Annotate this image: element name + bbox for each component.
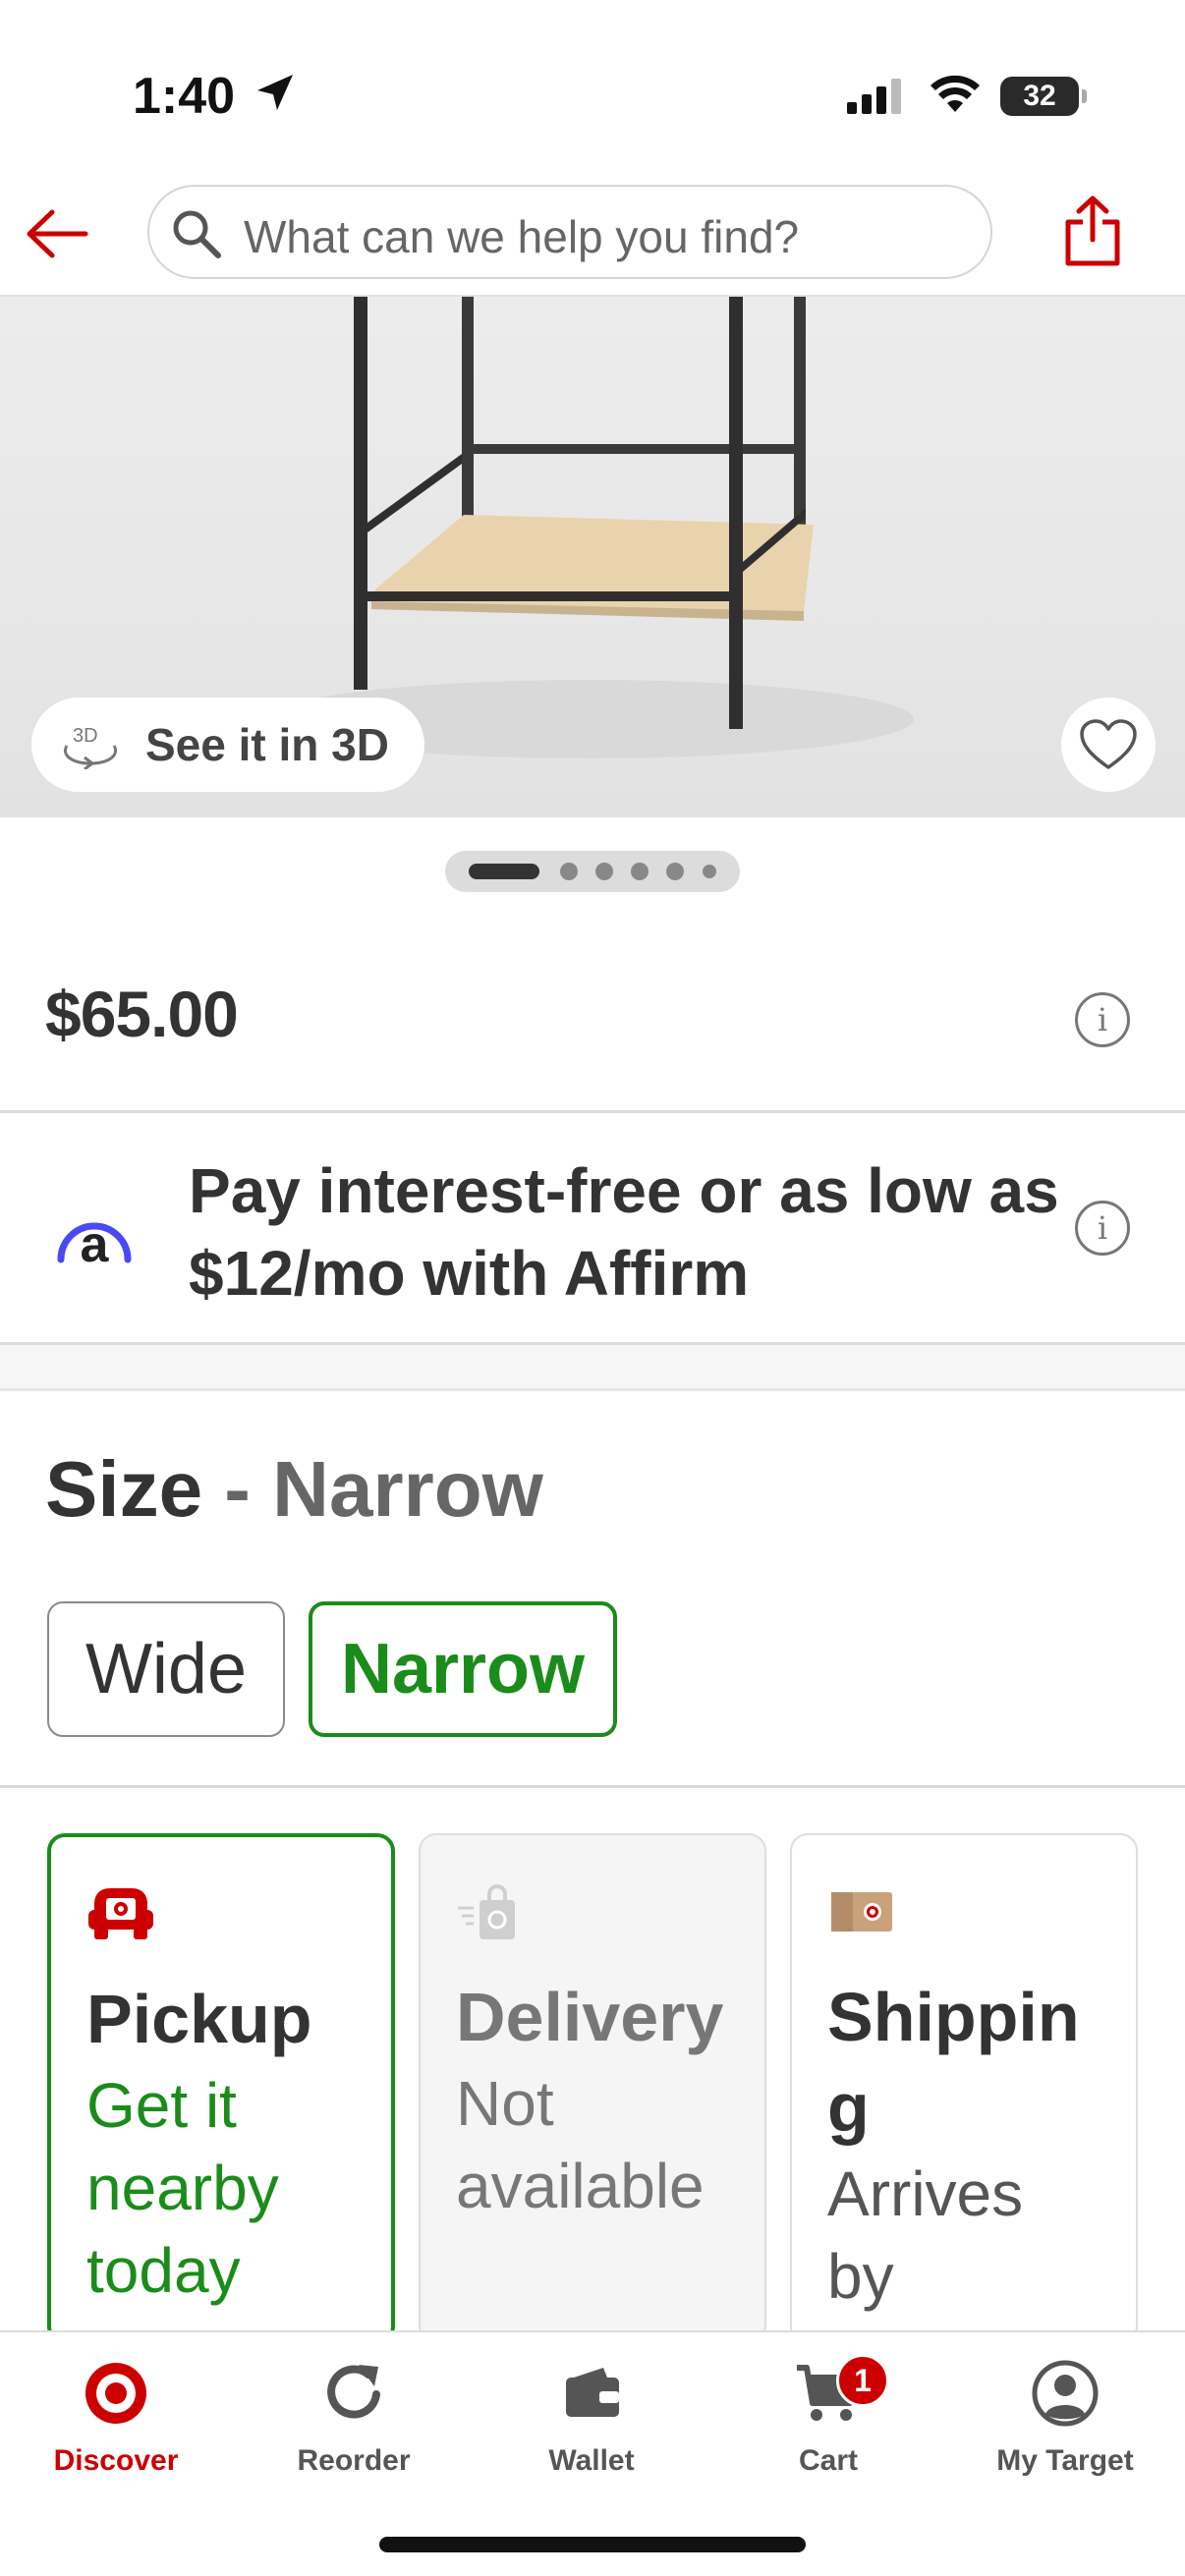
affirm-financing-text[interactable]: Pay interest-free or as low as $12/mo wi… [189, 1149, 1073, 1315]
size-label: Size [45, 1445, 203, 1533]
location-arrow-icon [257, 75, 293, 110]
see-in-3d-button[interactable]: 3D See it in 3D [31, 698, 424, 792]
size-separator: - [202, 1445, 273, 1533]
cart-count-badge: 1 [836, 2354, 889, 2407]
heart-icon [1080, 719, 1137, 769]
size-heading: Size - Narrow [45, 1444, 543, 1535]
home-indicator [379, 2537, 806, 2552]
nav-label-my-target: My Target [996, 2444, 1134, 2477]
search-input[interactable]: What can we help you find? [147, 185, 992, 279]
size-option-narrow[interactable]: Narrow [309, 1601, 617, 1737]
nav-label-discover: Discover [53, 2444, 179, 2477]
see-in-3d-label: See it in 3D [145, 719, 389, 770]
nav-item-wallet[interactable]: Wallet [493, 2350, 690, 2497]
3d-rotate-icon: 3D [64, 725, 117, 769]
delivery-subtitle: Not available [456, 2068, 705, 2221]
delivery-title: Delivery [456, 1979, 724, 2055]
back-arrow-icon [27, 209, 88, 258]
affirm-logo-icon: a [57, 1216, 132, 1273]
nav-item-cart[interactable]: 1 Cart [730, 2350, 927, 2497]
nav-item-reorder[interactable]: Reorder [255, 2350, 452, 2497]
account-icon [1032, 2360, 1099, 2427]
fulfillment-card-pickup[interactable]: Pickup Get it nearby today [47, 1833, 395, 2344]
carousel-dot [595, 863, 613, 880]
battery-tip [1082, 89, 1087, 103]
wifi-icon [931, 75, 980, 112]
shipping-title: Shipping [827, 1979, 1080, 2146]
top-header: What can we help you find? [0, 177, 1185, 297]
carousel-indicator[interactable] [445, 851, 740, 892]
svg-text:a: a [81, 1216, 110, 1273]
shipping-subtitle: Arrives by [827, 2158, 1024, 2312]
share-icon [1065, 196, 1120, 266]
carousel-dot [631, 863, 649, 880]
delivery-bag-icon [458, 1884, 515, 1939]
search-placeholder: What can we help you find? [244, 211, 800, 262]
pickup-car-icon [88, 1888, 153, 1939]
cellular-signal-icon [847, 79, 901, 114]
status-bar: 1:40 32 [0, 0, 1185, 177]
share-button[interactable] [1055, 189, 1130, 273]
back-button[interactable] [20, 196, 94, 271]
svg-text:3D: 3D [73, 725, 98, 747]
fulfillment-card-shipping[interactable]: Shipping Arrives by [790, 1833, 1138, 2344]
divider [0, 1110, 1185, 1113]
status-time: 1:40 [133, 68, 236, 125]
divider [0, 1785, 1185, 1788]
fulfillment-card-delivery[interactable]: Delivery Not available [419, 1833, 766, 2344]
reorder-icon [327, 2365, 380, 2419]
battery-indicator: 32 [1000, 77, 1079, 116]
carousel-dot [560, 863, 578, 880]
nav-label-cart: Cart [798, 2444, 858, 2477]
affirm-info-icon[interactable]: i [1075, 1201, 1130, 1256]
shipping-box-icon [831, 1892, 892, 1932]
nav-label-reorder: Reorder [297, 2444, 411, 2477]
size-selected-value: Narrow [272, 1445, 543, 1533]
section-separator [0, 1342, 1185, 1391]
pickup-title: Pickup [86, 1981, 312, 2057]
price-info-icon[interactable]: i [1075, 992, 1130, 1047]
product-image-carousel[interactable]: 3D See it in 3D [0, 297, 1185, 817]
size-option-wide[interactable]: Wide [47, 1601, 285, 1737]
nav-item-discover[interactable]: Discover [18, 2350, 214, 2497]
carousel-dot [666, 863, 684, 880]
favorite-button[interactable] [1061, 698, 1156, 792]
search-icon [173, 210, 221, 258]
carousel-dot-active [469, 864, 539, 879]
target-bullseye-icon [85, 2363, 146, 2424]
pickup-subtitle: Get it nearby today [86, 2070, 279, 2306]
wallet-icon [566, 2368, 619, 2417]
nav-label-wallet: Wallet [548, 2444, 635, 2477]
nav-item-my-target[interactable]: My Target [967, 2350, 1163, 2497]
carousel-dot [703, 865, 716, 878]
product-price: $65.00 [45, 978, 239, 1050]
